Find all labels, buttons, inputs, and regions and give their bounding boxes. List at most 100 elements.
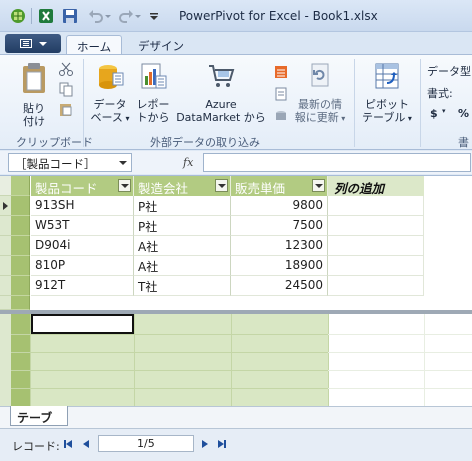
refresh-button[interactable]: 最新の情 報に更新 ▾ — [292, 61, 348, 125]
paste-small-icon[interactable] — [58, 101, 74, 117]
table-row[interactable]: 810P A社 18900 — [0, 256, 472, 276]
cell-empty[interactable] — [328, 236, 424, 256]
table-row[interactable]: 912T T社 24500 — [0, 276, 472, 296]
sheet-tab-table[interactable]: テーブル — [10, 406, 68, 442]
cell-price[interactable]: 18900 — [231, 256, 328, 276]
save-icon[interactable] — [62, 8, 78, 24]
name-box[interactable]: ［製品コード］ — [8, 153, 132, 172]
cell-empty[interactable] — [328, 216, 424, 236]
row-selector[interactable] — [0, 196, 11, 216]
row-selector[interactable] — [0, 216, 11, 236]
select-all-corner[interactable] — [0, 176, 11, 196]
refresh-icon — [311, 63, 329, 87]
cell-price[interactable]: 24500 — [231, 276, 328, 296]
column-header-price[interactable]: 販売単価 — [231, 176, 328, 196]
filter-dropdown-icon[interactable] — [118, 179, 131, 192]
existing-connections-icon[interactable] — [274, 87, 288, 101]
data-type-label: データ型: — [427, 65, 472, 78]
customize-toolbar-icon[interactable] — [148, 8, 160, 24]
row-selector[interactable] — [0, 296, 11, 310]
row-header[interactable] — [11, 216, 30, 236]
cell-product-code[interactable]: D904i — [31, 236, 134, 256]
paste-button[interactable]: 貼り 付け — [14, 61, 54, 128]
cell-empty[interactable] — [328, 196, 424, 216]
header-corner[interactable] — [11, 176, 30, 196]
format-label: 書式: — [427, 87, 453, 100]
table-row[interactable]: 913SH P社 9800 — [0, 196, 472, 216]
report-label-2: トから — [136, 111, 170, 124]
name-box-value: ［製品コード］ — [15, 157, 96, 171]
tab-home[interactable]: ホーム — [66, 35, 123, 55]
other-sources-icon[interactable] — [274, 65, 288, 79]
pivot-table-button[interactable]: ピボット テーブル ▾ — [360, 61, 414, 125]
data-grid: 製品コード 製造会社 販売単価 列の追加 913SH P社 9800 W53T … — [0, 175, 472, 406]
row-selector[interactable] — [0, 256, 11, 276]
cell-manufacturer[interactable]: P社 — [134, 196, 231, 216]
cell-price[interactable]: 12300 — [231, 236, 328, 256]
from-database-button[interactable]: データ ベース ▾ — [88, 61, 132, 125]
database-label-text: ベース — [90, 111, 123, 124]
from-report-button[interactable]: レポー トから — [135, 61, 171, 124]
undo-icon[interactable] — [88, 8, 104, 24]
tab-design[interactable]: デザイン — [128, 35, 194, 55]
cell-manufacturer[interactable]: A社 — [134, 256, 231, 276]
copy-icon[interactable] — [58, 81, 74, 97]
azure-datamarket-button[interactable]: Azure DataMarket から — [176, 61, 266, 124]
table-row[interactable]: W53T P社 7500 — [0, 216, 472, 236]
record-position-input[interactable]: 1/5 — [98, 435, 194, 452]
table-row[interactable]: D904i A社 12300 — [0, 236, 472, 256]
cell-empty[interactable] — [328, 256, 424, 276]
formula-input[interactable] — [203, 153, 471, 172]
database-label-2: ベース ▾ — [88, 111, 132, 125]
row-header[interactable] — [11, 276, 30, 296]
window-title: PowerPivot for Excel - Book1.xlsx — [179, 9, 378, 23]
row-header[interactable] — [11, 236, 30, 256]
cell-product-code[interactable]: 912T — [31, 276, 134, 296]
undo-dropdown-icon[interactable] — [104, 8, 112, 24]
row-header[interactable] — [11, 296, 30, 310]
formula-bar: ［製品コード］ fx — [0, 151, 472, 174]
filter-dropdown-icon[interactable] — [215, 179, 228, 192]
filter-dropdown-icon[interactable] — [312, 179, 325, 192]
first-record-icon[interactable] — [62, 438, 74, 450]
ribbon-tab-row: ホーム デザイン — [0, 32, 472, 55]
previous-record-icon[interactable] — [80, 438, 92, 450]
row-selector[interactable] — [0, 276, 11, 296]
cell-manufacturer[interactable]: P社 — [134, 216, 231, 236]
row-header[interactable] — [11, 256, 30, 276]
currency-format-button[interactable]: $ — [430, 107, 438, 120]
fx-icon[interactable]: fx — [183, 156, 193, 169]
cell-price[interactable]: 7500 — [231, 216, 328, 236]
excel-icon[interactable] — [38, 8, 54, 24]
row-selector[interactable] — [0, 236, 11, 256]
powerpivot-app-icon[interactable] — [10, 8, 26, 24]
cell-manufacturer[interactable]: A社 — [134, 236, 231, 256]
file-menu-button[interactable] — [5, 34, 61, 53]
refresh-small-icon[interactable] — [274, 109, 288, 123]
shopping-cart-icon — [209, 65, 235, 87]
column-header-product-code[interactable]: 製品コード — [31, 176, 134, 196]
cell-empty[interactable] — [328, 276, 424, 296]
azure-label-2: DataMarket から — [176, 111, 266, 124]
currency-dropdown-icon[interactable]: ▾ — [442, 107, 446, 115]
cell-product-code[interactable]: 913SH — [31, 196, 134, 216]
cell-manufacturer[interactable]: T社 — [134, 276, 231, 296]
database-icon — [99, 65, 124, 89]
add-column[interactable]: 列の追加 — [328, 176, 424, 196]
cell-product-code[interactable]: 810P — [31, 256, 134, 276]
clipboard-group-label: クリップボード — [16, 136, 93, 149]
cell-price[interactable]: 9800 — [231, 196, 328, 216]
last-record-icon[interactable] — [216, 438, 228, 450]
chevron-down-icon — [39, 42, 47, 46]
record-label: レコード: — [12, 440, 60, 453]
percent-format-button[interactable]: % — [458, 107, 469, 120]
redo-icon[interactable] — [118, 8, 134, 24]
next-record-icon[interactable] — [199, 438, 211, 450]
active-cell-cursor[interactable] — [31, 314, 134, 334]
cell-product-code[interactable]: W53T — [31, 216, 134, 236]
row-header[interactable] — [11, 196, 30, 216]
column-header-manufacturer[interactable]: 製造会社 — [134, 176, 231, 196]
chevron-down-icon[interactable] — [119, 161, 127, 165]
redo-dropdown-icon[interactable] — [134, 8, 142, 24]
cut-icon[interactable] — [58, 61, 74, 77]
